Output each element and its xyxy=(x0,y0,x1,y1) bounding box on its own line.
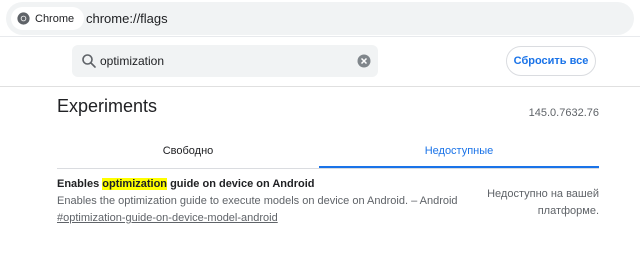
experiment-title: Enables optimization guide on device on … xyxy=(57,178,315,190)
page-title: Experiments xyxy=(57,96,158,116)
experiment-title-prefix: Enables xyxy=(57,178,103,190)
experiment-title-suffix: guide on device on Android xyxy=(167,178,315,190)
search-icon xyxy=(81,53,97,69)
experiment-status: Недоступно на вашей платформе. xyxy=(479,186,599,220)
url-text[interactable]: chrome://flags xyxy=(86,2,168,35)
address-bar: Chrome chrome://flags xyxy=(0,0,640,37)
experiment-row: Enables optimization guide on device on … xyxy=(57,178,599,228)
flags-toolbar: Сбросить все xyxy=(0,37,640,87)
experiment-description: Enables the optimization guide to execut… xyxy=(57,195,458,207)
search-box[interactable] xyxy=(72,45,378,77)
reset-all-button[interactable]: Сбросить все xyxy=(506,46,596,76)
omnibox[interactable]: Chrome chrome://flags xyxy=(6,2,634,35)
chrome-logo-icon xyxy=(17,12,30,25)
tab-bar: Свободно Недоступные xyxy=(57,136,599,169)
search-input[interactable] xyxy=(100,51,340,71)
status-line-2: платформе. xyxy=(537,205,599,217)
status-line-1: Недоступно на вашей xyxy=(487,188,599,200)
tab-available[interactable]: Свободно xyxy=(57,136,319,168)
experiment-permalink[interactable]: #optimization-guide-on-device-model-andr… xyxy=(57,212,278,224)
version-label: 145.0.7632.76 xyxy=(528,107,599,119)
search-match-highlight: optimization xyxy=(102,178,168,190)
site-chip-label: Chrome xyxy=(35,12,75,25)
site-chip[interactable]: Chrome xyxy=(11,7,85,30)
clear-search-icon[interactable] xyxy=(356,53,372,69)
tab-unavailable[interactable]: Недоступные xyxy=(319,136,599,168)
